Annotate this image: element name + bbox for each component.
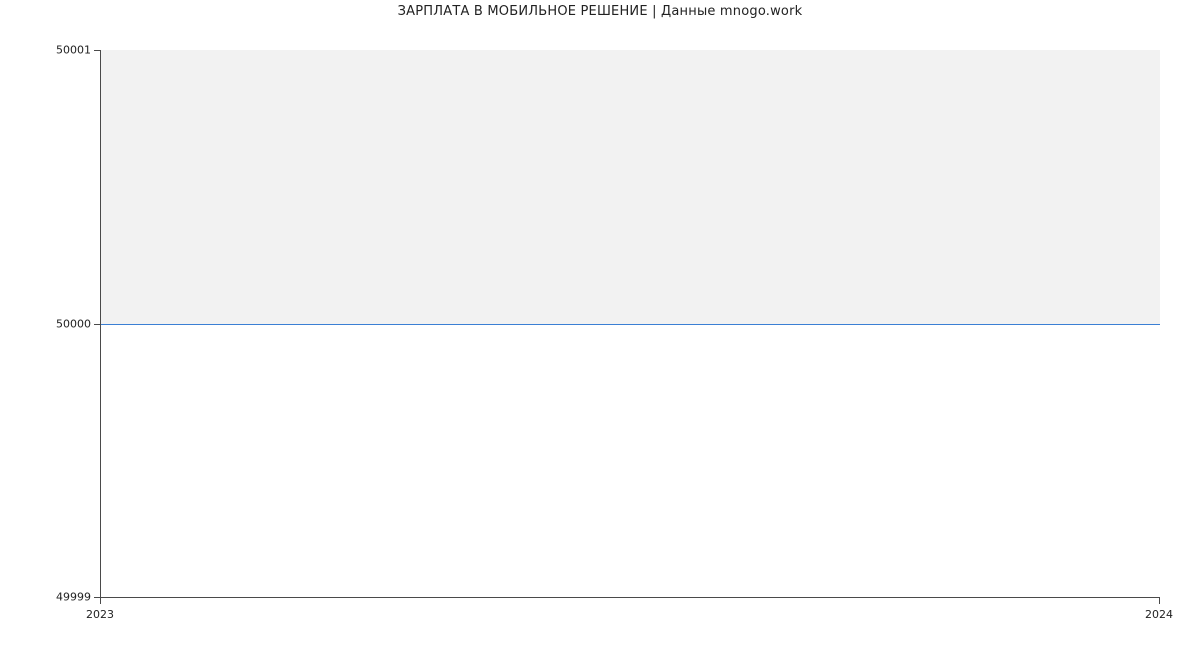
plot-background-lower [101,324,1160,598]
plot-background-upper [101,50,1160,324]
y-tick-label: 50000 [46,318,91,331]
x-tick [1159,598,1160,604]
y-tick-label: 50001 [46,44,91,57]
y-tick [94,50,100,51]
y-tick-label: 49999 [46,591,91,604]
y-tick [94,324,100,325]
plot-area [100,50,1160,598]
x-tick [100,598,101,604]
chart-title: ЗАРПЛАТА В МОБИЛЬНОЕ РЕШЕНИЕ | Данные mn… [0,4,1200,19]
data-series-line [101,324,1160,325]
x-tick-label: 2024 [1145,608,1173,621]
x-tick-label: 2023 [86,608,114,621]
chart-container: ЗАРПЛАТА В МОБИЛЬНОЕ РЕШЕНИЕ | Данные mn… [0,0,1200,650]
